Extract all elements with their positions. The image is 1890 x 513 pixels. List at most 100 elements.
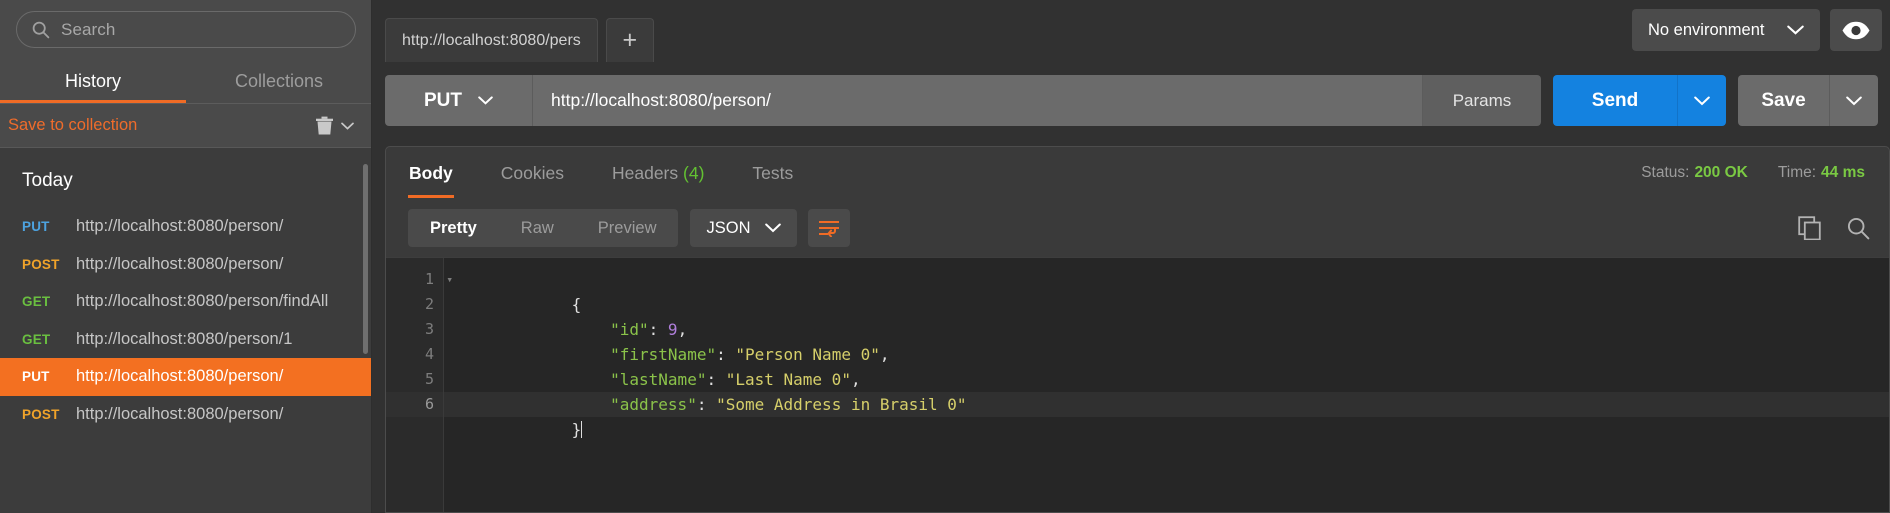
trash-icon[interactable]	[315, 116, 334, 136]
history-url: http://localhost:8080/person/findAll	[76, 292, 329, 311]
content-type-selector[interactable]: JSON	[690, 209, 797, 247]
status-label: Status:	[1641, 164, 1690, 181]
format-segmented-control: Pretty Raw Preview	[408, 209, 679, 247]
history-list: Today PUT http://localhost:8080/person/ …	[0, 148, 372, 513]
search-section: Search	[0, 0, 372, 48]
tab-tests[interactable]: Tests	[752, 149, 793, 197]
history-url: http://localhost:8080/person/	[76, 217, 284, 236]
code-token: "Person Name 0"	[735, 345, 880, 364]
params-button[interactable]: Params	[1423, 75, 1541, 126]
history-method: GET	[22, 331, 51, 347]
environment-quick-look-button[interactable]	[1830, 9, 1882, 51]
line-number: 3	[424, 320, 434, 338]
history-url: http://localhost:8080/person/	[76, 254, 284, 273]
tab-headers[interactable]: Headers (4)	[612, 149, 704, 197]
time-value: 44 ms	[1821, 164, 1865, 181]
code-line: {	[444, 267, 1889, 314]
eye-icon	[1841, 21, 1871, 40]
code-token: "Some Address in Brasil 0"	[716, 395, 967, 414]
line-number: 2	[424, 295, 434, 313]
line-number: 1	[386, 267, 453, 292]
word-wrap-button[interactable]	[807, 209, 850, 247]
postman-window: Search History Collections Save to colle…	[0, 0, 1890, 513]
list-item-selected[interactable]: PUT http://localhost:8080/person/	[0, 358, 372, 396]
code-token: :	[648, 320, 668, 339]
code-token: {	[571, 295, 582, 314]
environment-selector[interactable]: No environment	[1632, 9, 1820, 51]
format-raw[interactable]: Raw	[499, 209, 576, 247]
history-method: POST	[22, 406, 60, 422]
text-cursor	[581, 421, 583, 438]
history-group-title: Today	[22, 170, 73, 191]
request-tab-strip: http://localhost:8080/pers + No environm…	[372, 0, 1890, 62]
code-token: "lastName"	[571, 370, 707, 389]
url-value: http://localhost:8080/person/	[551, 90, 771, 110]
save-to-collection-link[interactable]: Save to collection	[8, 116, 137, 135]
chevron-down-icon	[1787, 25, 1804, 35]
code-token: ,	[879, 345, 890, 364]
tab-request[interactable]: http://localhost:8080/pers	[385, 18, 598, 62]
history-method: PUT	[22, 369, 50, 385]
send-button[interactable]: Send	[1553, 75, 1678, 126]
code-token: :	[696, 395, 717, 414]
search-input[interactable]: Search	[16, 11, 356, 48]
sidebar-tab-collections[interactable]: Collections	[186, 65, 372, 103]
sidebar-tab-history[interactable]: History	[0, 65, 186, 103]
list-item[interactable]: POST http://localhost:8080/person/	[0, 396, 372, 434]
http-method-label: PUT	[424, 89, 462, 111]
code-token: ,	[850, 370, 861, 389]
save-button-group: Save	[1738, 75, 1878, 126]
status-value: 200 OK	[1694, 164, 1748, 181]
search-icon[interactable]	[1846, 216, 1871, 241]
send-options-button[interactable]	[1678, 75, 1726, 126]
status-badge: Status: 200 OK	[1641, 164, 1748, 182]
search-icon	[31, 20, 51, 40]
history-actions	[315, 116, 354, 136]
history-chevron-down-icon[interactable]	[341, 122, 354, 130]
url-input[interactable]: http://localhost:8080/person/	[533, 75, 1423, 126]
search-placeholder: Search	[61, 19, 116, 39]
add-tab-button[interactable]: +	[605, 18, 654, 62]
save-to-collection-bar: Save to collection	[0, 104, 372, 147]
code-token: 9	[667, 320, 678, 339]
code-token: "id"	[571, 320, 649, 339]
tab-cookies[interactable]: Cookies	[501, 149, 564, 197]
environment-label: No environment	[1648, 20, 1765, 39]
history-method: GET	[22, 294, 51, 310]
line-number: 6	[386, 392, 443, 417]
list-item[interactable]: POST http://localhost:8080/person/	[0, 246, 372, 284]
history-url: http://localhost:8080/person/1	[76, 329, 293, 348]
save-options-button[interactable]	[1830, 75, 1878, 126]
http-method-selector[interactable]: PUT	[385, 75, 533, 126]
code-token: :	[716, 345, 736, 364]
code-gutter: 1 2 3 4 5 6	[386, 258, 453, 512]
response-tabs: Body Cookies Headers (4) Tests Status: 20…	[386, 147, 1889, 199]
code-line: "id": 9,	[444, 292, 1889, 339]
sidebar-scrollbar[interactable]	[363, 164, 368, 354]
response-format-toolbar: Pretty Raw Preview JSON	[386, 199, 1889, 257]
request-url-bar: PUT http://localhost:8080/person/ Params…	[372, 62, 1890, 126]
list-item[interactable]: GET http://localhost:8080/person/1	[0, 321, 372, 359]
time-badge: Time: 44 ms	[1778, 164, 1865, 182]
format-pretty[interactable]: Pretty	[408, 209, 499, 247]
code-token: }	[571, 420, 582, 439]
list-item[interactable]: GET http://localhost:8080/person/findAll	[0, 283, 372, 321]
tab-headers-label: Headers	[611, 163, 679, 183]
copy-icon[interactable]	[1798, 216, 1822, 240]
save-button[interactable]: Save	[1738, 75, 1830, 126]
chevron-down-icon	[478, 96, 493, 105]
response-body-code[interactable]: 1 2 3 4 5 6 { "id": 9, "firstName	[386, 257, 1889, 512]
code-token: "firstName"	[571, 345, 717, 364]
chevron-down-icon	[1694, 96, 1710, 106]
code-token: "address"	[571, 395, 697, 414]
chevron-down-icon	[1846, 96, 1862, 106]
sidebar-tabs: History Collections	[0, 65, 372, 103]
history-method: PUT	[22, 219, 50, 235]
response-actions	[1798, 216, 1871, 241]
word-wrap-icon	[818, 219, 840, 237]
list-item[interactable]: PUT http://localhost:8080/person/	[0, 208, 372, 246]
tab-body[interactable]: Body	[408, 149, 454, 198]
history-url: http://localhost:8080/person/	[76, 404, 284, 423]
environment-area: No environment	[1632, 9, 1890, 51]
format-preview[interactable]: Preview	[576, 209, 679, 247]
